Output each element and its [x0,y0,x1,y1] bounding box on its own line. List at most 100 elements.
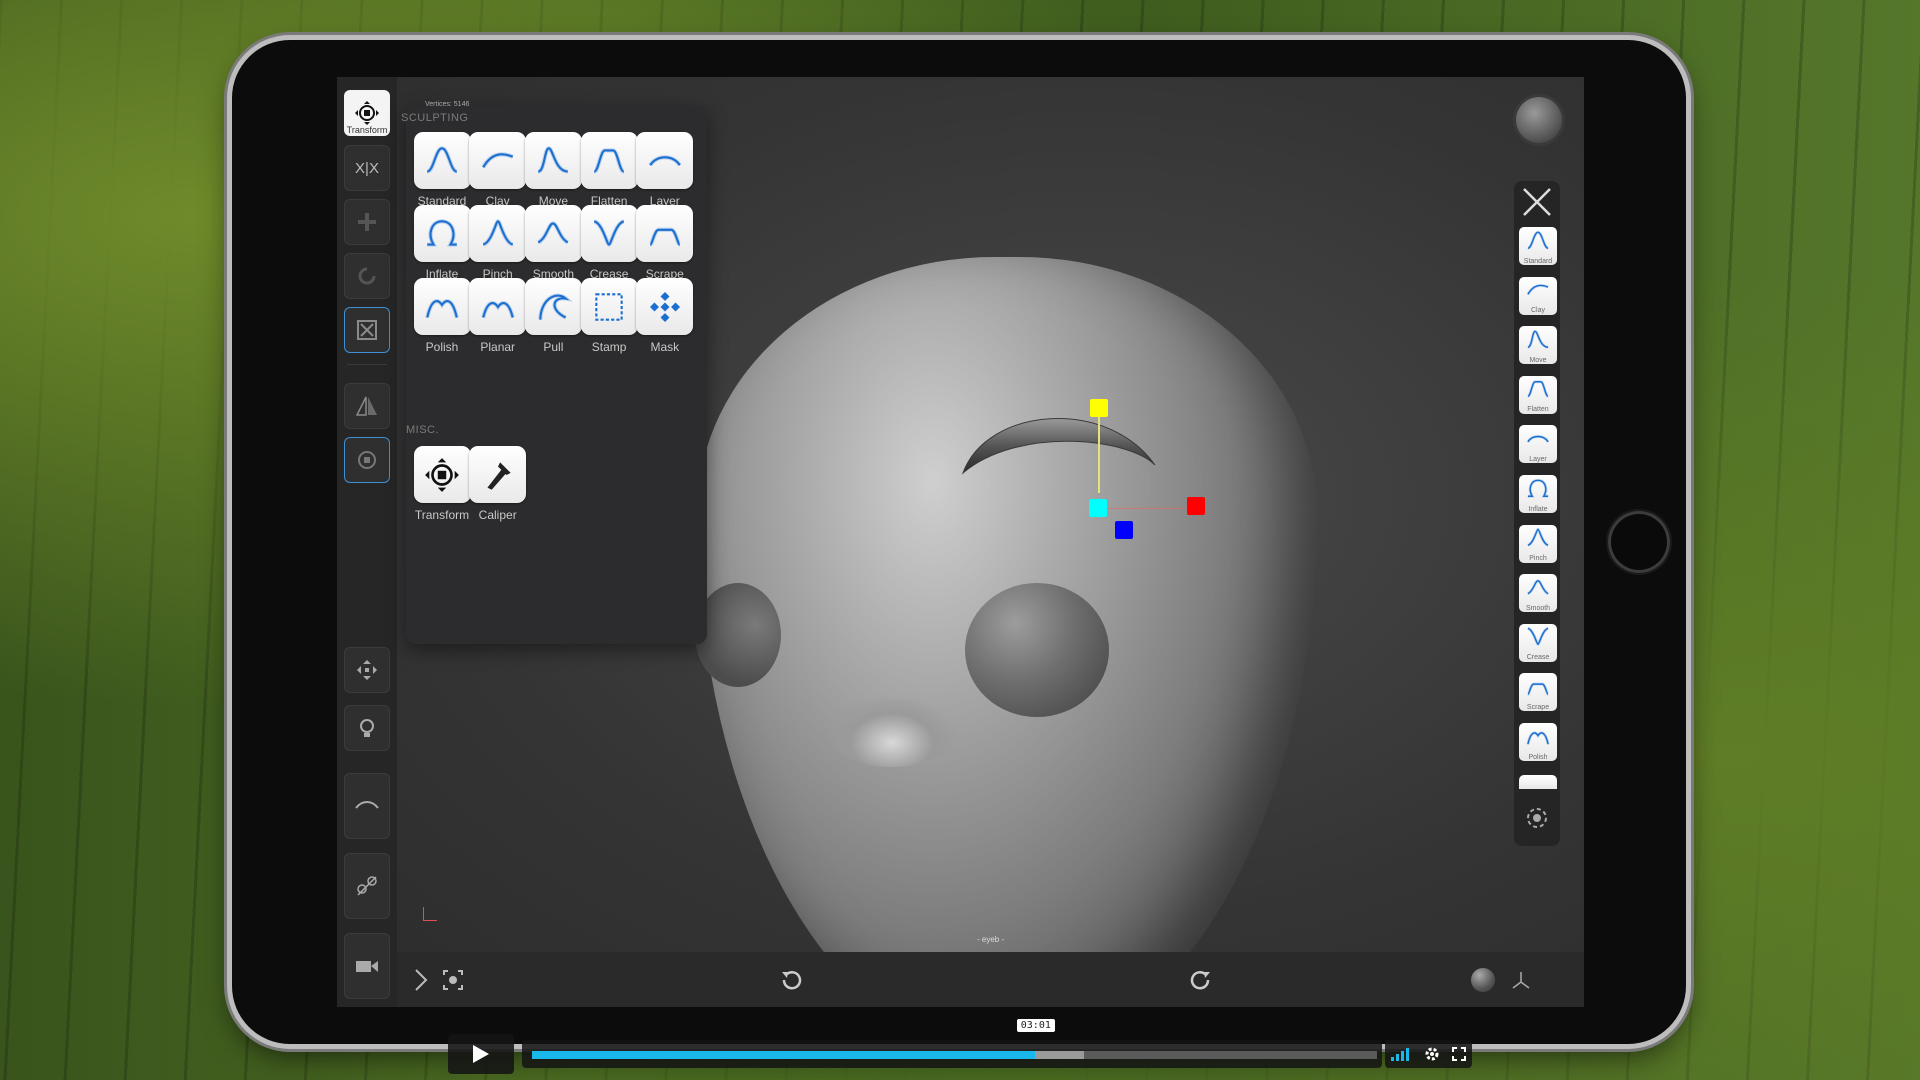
brush-palette: SCULPTING Standard Clay Move Flatten Lay… [401,106,707,644]
pinch-brush-icon [469,205,527,262]
layer-brush-icon [1525,426,1551,457]
gizmo-y-axis [1098,407,1100,493]
gizmo-y-handle[interactable] [1090,399,1108,417]
brush-pinch[interactable]: Pinch [468,205,528,281]
right-brush-pinch[interactable]: Pinch [1519,524,1557,563]
nomad-sculpt-screen: Vertices: 5146 - eyeb - Transform X|X SC… [337,77,1584,1007]
right-brush-scrape[interactable]: Scrape [1519,673,1557,712]
pinch-brush-icon [1525,525,1551,556]
camera-button[interactable] [344,933,390,999]
gizmo-x-axis [1105,508,1195,509]
right-toolbar-partial-item[interactable] [1519,775,1557,789]
player-controls [1385,1040,1472,1068]
brush-pull[interactable]: Pull [523,278,583,354]
clay-brush-icon [1525,277,1551,308]
stroke-button[interactable] [344,773,390,839]
progress-bar[interactable]: 03:01 [522,1019,1382,1068]
right-brush-clay[interactable]: Clay [1519,276,1557,315]
brush-label: Polish [425,340,459,354]
stroke-icon [355,801,379,809]
rotate-icon [358,267,376,285]
right-brush-label: Crease [1526,654,1550,662]
gizmo-settings-icon [1527,808,1547,828]
fullscreen-icon[interactable] [1452,1047,1467,1061]
right-brush-toolbar: Standard Clay Move Flatten Layer Inflate Pinch… [1514,181,1560,846]
rotate-button[interactable] [344,253,390,299]
lighting-button[interactable] [344,705,390,751]
planar-brush-icon [469,278,527,335]
gizmo-x-handle[interactable] [1187,497,1205,515]
screenshot-button[interactable] [439,966,467,994]
tool-label: Caliper [478,508,517,522]
transform-tool-icon [413,446,471,503]
gizmo-button[interactable] [344,437,390,483]
redo-button[interactable] [1187,966,1215,994]
toolbar-settings-button[interactable] [1522,803,1552,833]
right-brush-crease[interactable]: Crease [1519,623,1557,662]
crease-brush-icon [580,205,638,262]
brush-stamp[interactable]: Stamp [579,278,639,354]
brush-smooth[interactable]: Smooth [523,205,583,281]
tool-transform[interactable]: Transform [412,446,472,522]
play-button[interactable] [448,1034,514,1074]
matcap-button[interactable] [1469,966,1497,994]
brush-planar[interactable]: Planar [468,278,528,354]
mirror-icon [355,396,377,416]
brush-scrape[interactable]: Scrape [635,205,695,281]
transform-tool-button[interactable]: Transform [344,90,390,136]
remesh-button[interactable] [344,853,390,919]
material-sphere-button[interactable] [1516,97,1562,143]
current-time-badge: 03:01 [1016,1019,1055,1032]
move-view-button[interactable] [344,647,390,693]
flatten-brush-icon [1525,376,1551,407]
right-brush-smooth[interactable]: Smooth [1519,574,1557,613]
brush-move[interactable]: Move [523,132,583,208]
right-brush-move[interactable]: Move [1519,326,1557,365]
right-brush-standard[interactable]: Standard [1519,227,1557,265]
right-brush-flatten[interactable]: Flatten [1519,375,1557,414]
standard-brush-icon [413,132,471,189]
eyeball-mesh[interactable] [965,583,1109,717]
tools-toggle-button[interactable] [1518,183,1556,221]
axis-indicator [423,907,437,921]
settings-gear-icon[interactable] [1424,1046,1440,1062]
flatten-brush-icon [580,132,638,189]
remesh-icon [357,876,377,896]
brush-standard[interactable]: Standard [412,132,472,208]
eyebrow-mesh[interactable] [957,397,1167,487]
brush-clay[interactable]: Clay [468,132,528,208]
brush-flatten[interactable]: Flatten [579,132,639,208]
plus-icon [358,213,376,231]
brush-crease[interactable]: Crease [579,205,639,281]
add-button[interactable] [344,199,390,245]
tool-caliper[interactable]: Caliper [468,446,528,522]
right-brush-polish[interactable]: Polish [1519,723,1557,761]
screenshot-icon [443,970,463,990]
tool-label: Transform [414,508,470,522]
right-brush-label: Clay [1530,307,1545,315]
gizmo-center-handle[interactable] [1089,499,1107,517]
mirror-button[interactable] [344,383,390,429]
video-camera-icon [356,961,378,972]
selected-object-name: - eyeb - [977,935,1005,944]
pull-brush-icon [524,278,582,335]
brush-mask[interactable]: Mask [635,278,695,354]
smooth-brush-icon [524,205,582,262]
volume-bars-icon[interactable] [1390,1047,1413,1061]
brush-layer[interactable]: Layer [635,132,695,208]
right-brush-label: Smooth [1525,604,1551,612]
right-brush-label: Polish [1528,753,1548,761]
right-brush-layer[interactable]: Layer [1519,425,1557,464]
undo-button[interactable] [777,966,805,994]
brush-polish[interactable]: Polish [412,278,472,354]
chevron-right-icon [415,969,428,991]
brush-inflate[interactable]: Inflate [412,205,472,281]
frame-button[interactable] [344,307,390,353]
right-brush-label: Standard [1523,257,1553,265]
axis-view-button[interactable] [1507,966,1535,994]
expand-panel-button[interactable] [407,966,435,994]
symmetry-button[interactable]: X|X [344,145,390,191]
gizmo-z-handle[interactable] [1115,521,1133,539]
home-button[interactable] [1608,511,1670,573]
right-brush-inflate[interactable]: Inflate [1519,475,1557,513]
